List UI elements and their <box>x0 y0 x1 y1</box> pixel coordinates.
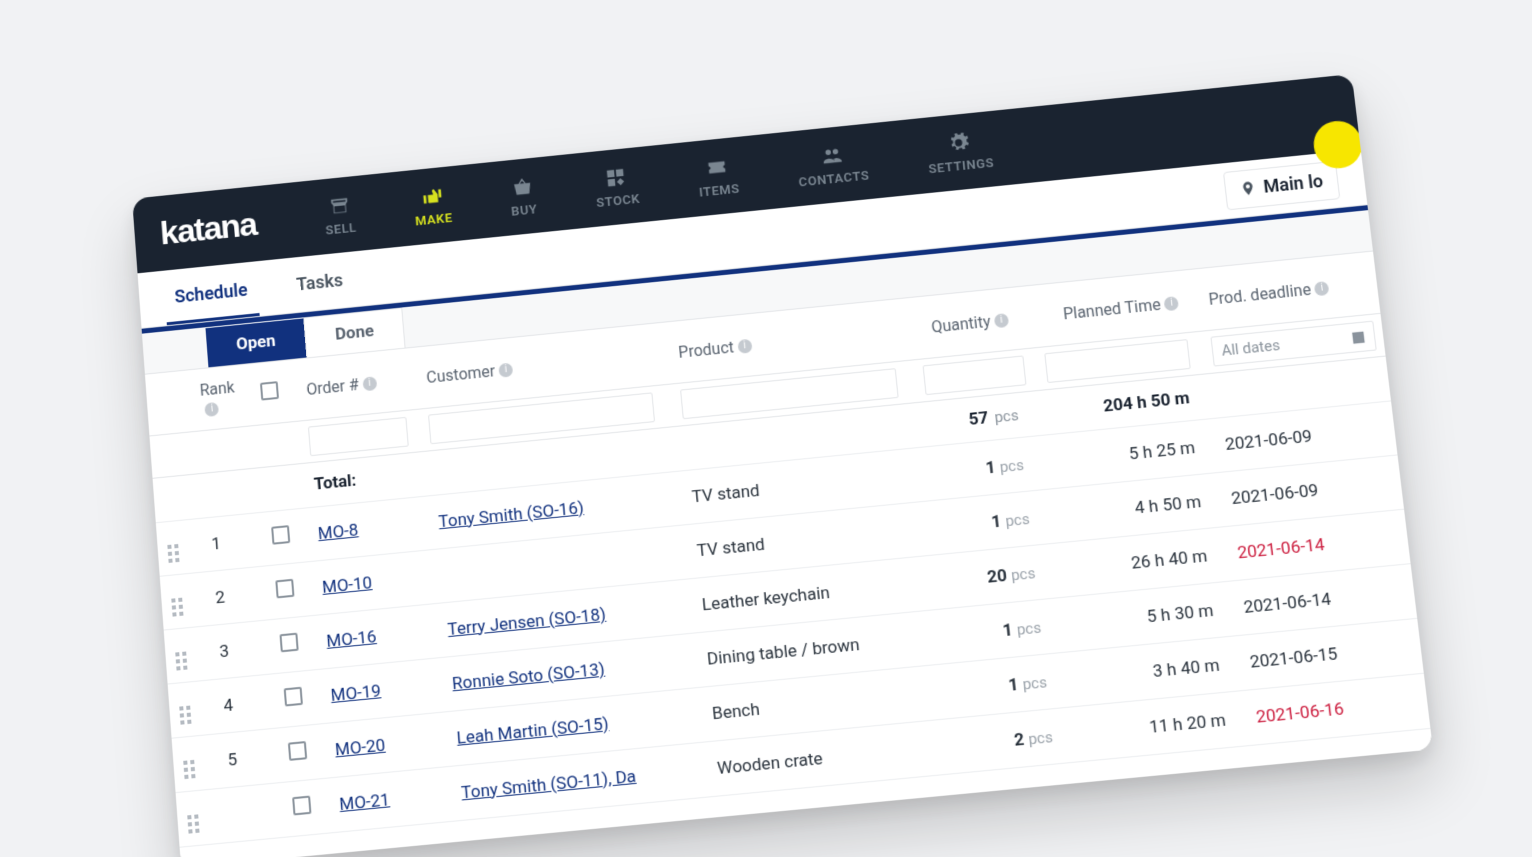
cell-rank <box>220 782 285 843</box>
order-link[interactable]: MO-16 <box>326 626 378 651</box>
info-icon: i <box>205 401 220 416</box>
nav-label: ITEMS <box>698 181 740 200</box>
nav-label: BUY <box>511 202 538 219</box>
row-checkbox[interactable] <box>275 578 294 598</box>
filter-order[interactable] <box>307 416 409 455</box>
cell-rank: 5 <box>216 728 281 788</box>
nav-contacts[interactable]: CONTACTS <box>769 134 896 196</box>
gear-icon <box>945 130 973 154</box>
tab-schedule[interactable]: Schedule <box>163 261 260 325</box>
app-window: katana SELL MAKE BUY STOCK ITEMS <box>132 74 1433 857</box>
basket-icon <box>509 175 536 199</box>
customer-link[interactable]: Terry Jensen (SO-18) <box>447 604 607 639</box>
info-icon: i <box>1314 281 1330 296</box>
order-link[interactable]: MO-8 <box>317 519 359 543</box>
calendar-icon <box>1350 328 1367 344</box>
drag-handle-icon[interactable] <box>183 759 195 778</box>
storefront-icon <box>326 193 353 217</box>
nav-stock[interactable]: STOCK <box>567 158 666 217</box>
cell-rank: 1 <box>199 512 264 572</box>
customer-link[interactable]: Tony Smith (SO-11), Da <box>461 766 637 803</box>
info-icon: i <box>362 376 377 391</box>
people-icon <box>818 143 846 167</box>
customer-link[interactable]: Leah Martin (SO-15) <box>456 713 610 748</box>
select-all-checkbox[interactable] <box>260 381 279 400</box>
nav-make[interactable]: MAKE <box>387 177 479 235</box>
customer-link[interactable]: Ronnie Soto (SO-13) <box>451 659 605 694</box>
nav-label: SETTINGS <box>928 155 995 176</box>
brand-logo: katana <box>159 205 258 253</box>
nav-label: MAKE <box>415 211 454 229</box>
nav-buy[interactable]: BUY <box>483 168 564 225</box>
drag-handle-icon[interactable] <box>187 814 199 833</box>
filter-time[interactable] <box>1044 339 1190 383</box>
location-picker[interactable]: Main lo <box>1222 160 1340 210</box>
location-label: Main lo <box>1262 170 1324 197</box>
cell-rank: 3 <box>207 619 272 679</box>
nav-items[interactable]: ITEMS <box>670 148 766 207</box>
thumbs-icon <box>418 184 445 208</box>
row-checkbox[interactable] <box>292 795 311 815</box>
row-checkbox[interactable] <box>284 686 303 706</box>
info-icon: i <box>994 313 1009 328</box>
drag-handle-icon[interactable] <box>167 544 179 563</box>
cell-rank: 4 <box>212 673 277 733</box>
boxes-icon <box>602 165 629 189</box>
info-icon: i <box>499 362 514 377</box>
col-rank[interactable]: Ranki <box>188 364 253 431</box>
order-link[interactable]: MO-10 <box>321 572 372 597</box>
drag-handle-icon[interactable] <box>179 705 191 724</box>
order-link[interactable]: MO-21 <box>339 789 391 814</box>
tab-open[interactable]: Open <box>205 318 306 367</box>
nav-label: STOCK <box>596 191 641 210</box>
col-quantity[interactable]: Quantityi <box>908 286 1036 360</box>
filter-quantity[interactable] <box>922 355 1026 395</box>
ticket-icon <box>703 155 731 179</box>
cell-qty: 2 pcs <box>951 706 1080 773</box>
order-link[interactable]: MO-20 <box>334 734 386 759</box>
info-icon: i <box>737 338 752 353</box>
nav-settings[interactable]: SETTINGS <box>899 122 1021 184</box>
drag-handle-icon[interactable] <box>175 651 187 670</box>
cell-rank: 2 <box>203 566 268 626</box>
nav-label: SELL <box>325 220 357 238</box>
customer-link[interactable]: Tony Smith (SO-16) <box>438 497 585 531</box>
nav-label: CONTACTS <box>798 168 870 190</box>
pin-icon <box>1239 178 1257 197</box>
row-checkbox[interactable] <box>288 741 307 761</box>
row-checkbox[interactable] <box>279 632 298 652</box>
tab-tasks[interactable]: Tasks <box>284 251 354 312</box>
col-order[interactable]: Order #i <box>294 347 419 420</box>
info-icon: i <box>1164 296 1180 311</box>
order-link[interactable]: MO-19 <box>330 680 382 705</box>
drag-handle-icon[interactable] <box>171 597 183 616</box>
row-checkbox[interactable] <box>271 525 290 545</box>
nav-sell[interactable]: SELL <box>297 187 383 245</box>
